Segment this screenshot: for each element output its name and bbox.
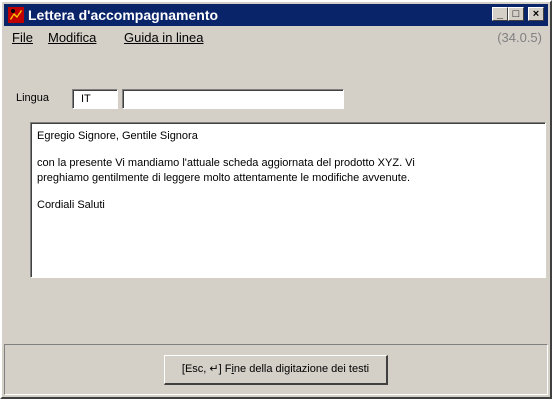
language-code-field[interactable]: IT bbox=[72, 89, 118, 109]
letter-text-area[interactable]: Egregio Signore, Gentile Signora con la … bbox=[30, 122, 546, 278]
menu-guida[interactable]: Guida in linea bbox=[124, 30, 204, 45]
window-title: Lettera d'accompagnamento bbox=[28, 7, 219, 23]
maximize-icon: □ bbox=[512, 8, 520, 20]
title-bar[interactable]: Lettera d'accompagnamento _ □ × bbox=[4, 4, 548, 26]
menu-guida-label: Guida in linea bbox=[124, 30, 204, 45]
main-window: Lettera d'accompagnamento _ □ × File Mod… bbox=[0, 0, 552, 399]
menu-modifica-label: Modifica bbox=[48, 30, 97, 45]
minimize-icon: _ bbox=[496, 8, 504, 20]
footer-panel: [Esc, ↵] Fine della digitazione dei test… bbox=[4, 344, 548, 395]
version-label: (34.0.5) bbox=[497, 30, 542, 45]
language-label: Lingua bbox=[16, 92, 50, 104]
menu-file-label: File bbox=[12, 30, 33, 45]
app-icon[interactable] bbox=[8, 7, 24, 23]
maximize-button[interactable]: □ bbox=[508, 7, 524, 21]
letter-line: Cordiali Saluti bbox=[37, 199, 105, 211]
menu-modifica[interactable]: Modifica bbox=[48, 30, 96, 45]
finish-label-suffix: ne della digitazione dei testi bbox=[233, 363, 370, 375]
menu-bar: File Modifica Guida in linea (34.0.5) bbox=[4, 27, 548, 47]
language-name-field[interactable] bbox=[122, 89, 344, 109]
close-icon: × bbox=[532, 8, 540, 20]
minimize-button[interactable]: _ bbox=[492, 7, 508, 21]
letter-line: con la presente Vi mandiamo l'attuale sc… bbox=[37, 157, 415, 169]
menu-file[interactable]: File bbox=[12, 30, 33, 45]
close-button[interactable]: × bbox=[528, 7, 544, 21]
letter-line: preghiamo gentilmente di leggere molto a… bbox=[37, 172, 411, 184]
letter-line: Egregio Signore, Gentile Signora bbox=[37, 130, 198, 142]
finish-typing-button[interactable]: [Esc, ↵] Fine della digitazione dei test… bbox=[164, 355, 388, 385]
finish-label-prefix: [Esc, ↵] F bbox=[181, 363, 232, 375]
